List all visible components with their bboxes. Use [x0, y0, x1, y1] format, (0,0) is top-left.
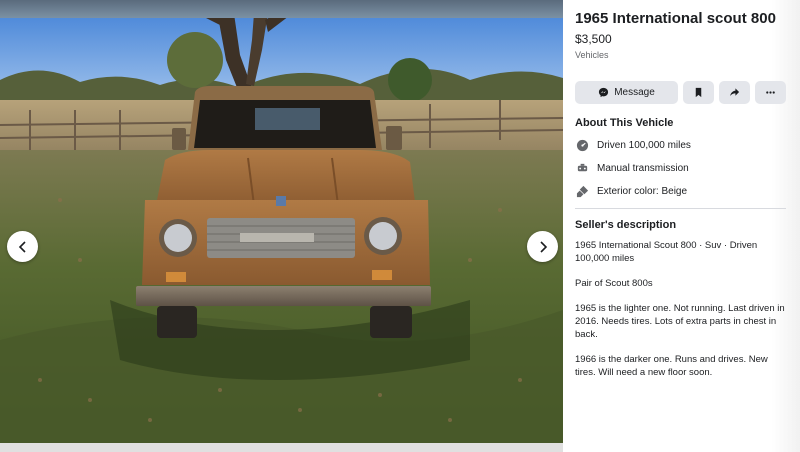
message-button-label: Message [614, 87, 655, 98]
listing-details-panel: 1965 International scout 800 $3,500 Vehi… [563, 0, 800, 452]
seller-description: 1965 International Scout 800 · Suv · Dri… [575, 239, 788, 379]
paint-brush-icon [575, 184, 589, 198]
detail-transmission-label: Manual transmission [597, 162, 689, 174]
transmission-icon [575, 161, 589, 175]
detail-exterior-color-label: Exterior color: Beige [597, 185, 688, 197]
listing-photo[interactable] [0, 0, 563, 443]
vehicle-photo-illustration [0, 0, 563, 443]
bookmark-icon [695, 87, 702, 98]
chevron-right-icon [539, 240, 547, 253]
description-paragraph: Pair of Scout 800s [575, 278, 653, 289]
seller-description-heading: Seller's description [575, 219, 677, 231]
action-bar: Message [575, 81, 788, 104]
detail-transmission: Manual transmission [575, 161, 788, 175]
speedometer-icon [575, 138, 589, 152]
next-photo-button[interactable] [527, 231, 558, 262]
more-options-button[interactable] [755, 81, 786, 104]
messenger-icon [599, 87, 609, 98]
marketplace-listing-view: 1965 International scout 800 $3,500 Vehi… [0, 0, 800, 452]
share-arrow-icon [730, 88, 740, 97]
more-dots-icon [766, 91, 775, 94]
previous-photo-button[interactable] [7, 231, 38, 262]
listing-title: 1965 International scout 800 [575, 10, 776, 27]
detail-mileage: Driven 100,000 miles [575, 138, 788, 152]
about-vehicle-heading: About This Vehicle [575, 117, 674, 129]
message-button[interactable]: Message [575, 81, 678, 104]
listing-price: $3,500 [575, 32, 612, 46]
description-paragraph: 1966 is the darker one. Runs and drives.… [575, 354, 768, 378]
save-button[interactable] [683, 81, 714, 104]
section-divider [575, 208, 786, 209]
detail-exterior-color: Exterior color: Beige [575, 184, 788, 198]
photo-top-band [0, 0, 563, 18]
listing-category[interactable]: Vehicles [575, 50, 788, 60]
photo-bottom-strip [0, 443, 563, 452]
share-button[interactable] [719, 81, 750, 104]
detail-mileage-label: Driven 100,000 miles [597, 139, 691, 151]
chevron-left-icon [18, 240, 26, 253]
description-paragraph: 1965 is the lighter one. Not running. La… [575, 303, 785, 340]
description-paragraph: 1965 International Scout 800 · Suv · Dri… [575, 240, 758, 264]
